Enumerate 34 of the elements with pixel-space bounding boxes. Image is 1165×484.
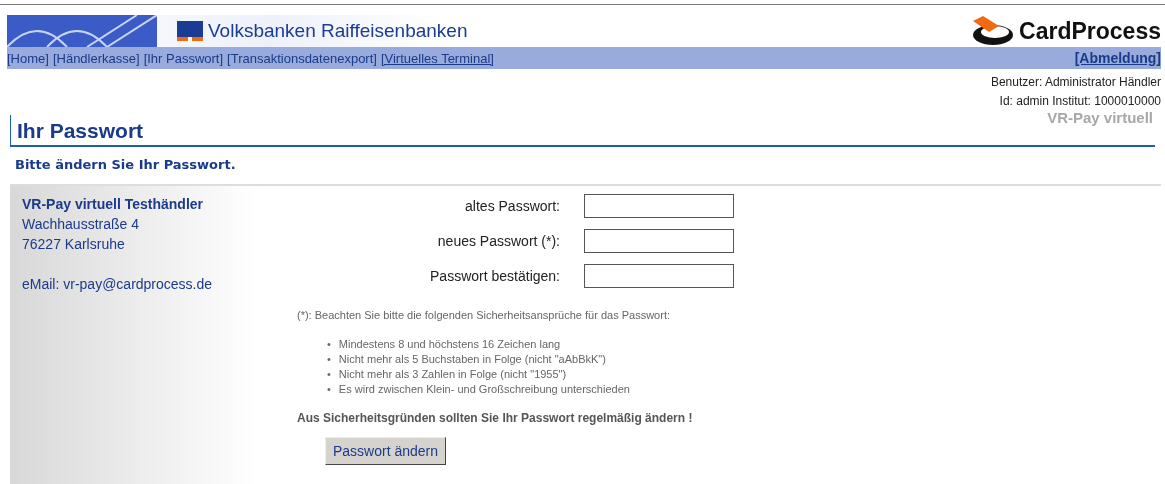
rule-item: Nicht mehr als 5 Buchstaben in Folge (nicht "aAbBkK") — [338, 352, 606, 367]
bullet-icon: • — [327, 382, 331, 397]
bullet-icon: • — [327, 367, 331, 382]
rule-item: Mindestens 8 und höchstens 16 Zeichen lang — [338, 337, 561, 352]
merchant-email: eMail: vr-pay@cardprocess.de — [22, 275, 214, 294]
rule-item: Es wird zwischen Klein- und Großschreibung unterschieden — [338, 382, 630, 397]
nav-link[interactable]: [Ihr Passwort] — [143, 50, 224, 66]
rule-item: Nicht mehr als 3 Zahlen in Folge (nicht "1955") — [338, 367, 567, 382]
logout-link[interactable]: [Abmeldung] — [1074, 50, 1161, 66]
security-warning: Aus Sicherheitsgründen sollten Sie Ihr Passwort regelmäßig ändern ! — [297, 411, 694, 425]
id-label: Id: admin Institut: 1000010000 — [999, 93, 1161, 110]
password-field[interactable] — [584, 229, 734, 253]
nav-link[interactable]: [Virtuelles Terminal] — [380, 50, 494, 66]
user-label: Benutzer: Administrator Händler — [990, 74, 1161, 91]
password-note: (*): Beachten Sie bitte die folgenden Sicherheitsansprüche für das Passwort: — [297, 309, 671, 321]
product-label: VR-Pay virtuell — [1047, 108, 1153, 127]
merchant-street: Wachhausstraße 4 — [22, 215, 140, 234]
bank-name: Volksbanken Raiffeisenbanken — [208, 20, 468, 42]
brand-name: CardProcess — [1019, 17, 1161, 45]
bullet-icon: • — [327, 352, 331, 367]
bank-logo-icon — [177, 21, 203, 41]
field-label: Passwort bestätigen: — [429, 268, 560, 284]
subtitle: Bitte ändern Sie Ihr Passwort. — [15, 157, 237, 172]
field-label: altes Passwort: — [464, 198, 560, 214]
nav-link[interactable]: [Home] — [7, 50, 49, 66]
nav-link[interactable]: [Händlerkasse] — [52, 50, 140, 66]
merchant-name: VR-Pay virtuell Testhändler — [22, 195, 204, 214]
password-field[interactable] — [584, 264, 734, 288]
nav-link[interactable]: [Transaktionsdatenexport] — [227, 50, 377, 66]
merchant-city: 76227 Karlsruhe — [22, 235, 126, 254]
field-label: neues Passwort (*): — [436, 233, 560, 249]
password-field[interactable] — [584, 194, 734, 218]
submit-button[interactable]: Passwort ändern — [325, 437, 447, 465]
bullet-icon: • — [327, 337, 331, 352]
